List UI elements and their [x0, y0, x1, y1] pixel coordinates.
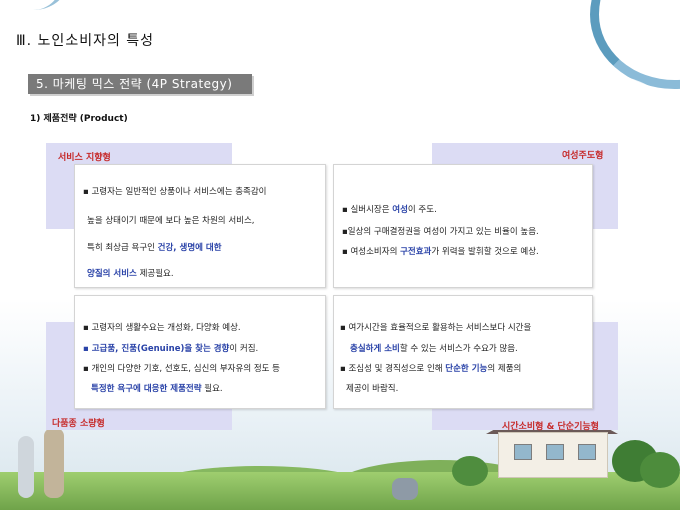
text-segment: ▪ 조심성 및 경직성으로 인해: [340, 364, 446, 374]
text-segment: 필요.: [201, 384, 223, 394]
label-service-oriented: 서비스 지향형: [58, 153, 111, 163]
label-variety-small-volume: 다품종 소량형: [52, 419, 105, 429]
text-line: 특정한 욕구에 대응한 제품전략 필요.: [91, 382, 223, 394]
text-line: 높을 상태이기 때문에 보다 높은 차원의 서비스,: [87, 216, 255, 226]
text-segment: 의 제품의: [487, 364, 522, 374]
card-female-driven: ▪ 실버시장은 여성이 주도. ▪일상의 구매결정권을 여성이 가지고 있는 비…: [333, 164, 593, 288]
text-line: ▪ 조심성 및 경직성으로 인해 단순한 기능의 제품의: [340, 362, 521, 374]
text-line: ▪ 여성소비자의 구전효과가 위력을 발휘할 것으로 예상.: [342, 245, 539, 257]
card-variety-small-volume: ▪ 고령자의 생활수요는 개성화, 다양화 예상. ▪ 고급품, 진품(Genu…: [74, 295, 326, 409]
text-line: ▪일상의 구매결정권을 여성이 가지고 있는 비율이 높음.: [342, 227, 539, 237]
text-segment: 특히 최상급 욕구인: [87, 243, 158, 253]
section-title: Ⅲ. 노인소비자의 특성: [16, 33, 155, 49]
tree: [640, 452, 680, 488]
text-line: 제공이 바람직.: [346, 384, 399, 394]
text-line: ▪ 개인의 다양한 기호, 선호도, 심신의 부자유의 정도 등: [83, 364, 281, 374]
wheelchair-illustration: [392, 478, 418, 500]
card-service-oriented: ▪ 고령자는 일반적인 상품이나 서비스에는 충족감이 높을 상태이기 때문에 …: [74, 164, 326, 288]
text-line: ▪ 고령자의 생활수요는 개성화, 다양화 예상.: [83, 323, 241, 333]
highlight-text: 단순한 기능: [445, 364, 488, 374]
highlight-text: ▪ 고급품, 진품(Genuine)을 찾는 경향: [83, 344, 230, 354]
text-line: 양질의 서비스 제공필요.: [87, 267, 174, 279]
tree: [452, 456, 488, 486]
elderly-person-illustration: [44, 428, 64, 498]
text-segment: 이 주도.: [407, 205, 437, 215]
decorative-arc-left: [0, 0, 66, 10]
highlight-text: 특정한 욕구에 대응한 제품전략: [91, 384, 202, 394]
text-line: 특히 최상급 욕구인 건강, 생명에 대한: [87, 241, 222, 253]
text-line: 충실하게 소비할 수 있는 서비스가 수요가 많음.: [350, 342, 518, 354]
subheading: 1) 제품전략 (Product): [30, 114, 128, 124]
highlight-text: 양질의 서비스: [87, 269, 137, 279]
text-line: ▪ 고령자는 일반적인 상품이나 서비스에는 충족감이: [83, 187, 267, 197]
text-segment: 이 커짐.: [229, 344, 259, 354]
text-segment: 가 위력을 발휘할 것으로 예상.: [431, 247, 539, 257]
label-female-driven: 여성주도형: [562, 151, 604, 161]
highlight-text: 구전효과: [400, 247, 432, 257]
label-time-consuming-simple-function: 시간소비형 & 단순기능형: [502, 422, 599, 432]
text-line: ▪ 여가시간을 효율적으로 활용하는 서비스보다 시간을: [340, 323, 532, 333]
text-line: ▪ 고급품, 진품(Genuine)을 찾는 경향이 커짐.: [83, 342, 258, 354]
text-segment: ▪ 여성소비자의: [342, 247, 401, 257]
card-time-consuming-simple-function: ▪ 여가시간을 효율적으로 활용하는 서비스보다 시간을 충실하게 소비할 수 …: [333, 295, 593, 409]
highlight-text: 건강, 생명에 대한: [157, 243, 222, 253]
text-segment: 할 수 있는 서비스가 수요가 많음.: [399, 344, 518, 354]
text-segment: ▪ 실버시장은: [342, 205, 393, 215]
banner-title: 5. 마케팅 믹스 전략 (4P Strategy): [28, 74, 252, 94]
text-line: ▪ 실버시장은 여성이 주도.: [342, 203, 437, 215]
highlight-text: 여성: [392, 205, 408, 215]
cloud: [470, 70, 660, 130]
text-segment: 제공필요.: [136, 269, 174, 279]
elderly-person-illustration: [18, 436, 34, 498]
highlight-text: 충실하게 소비: [350, 344, 400, 354]
